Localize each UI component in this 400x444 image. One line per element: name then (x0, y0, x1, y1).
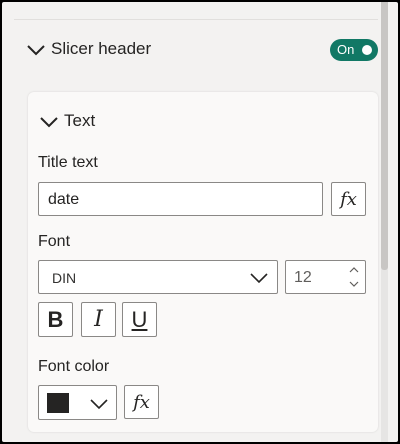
chevron-down-icon[interactable] (26, 42, 46, 58)
scrollbar-thumb[interactable] (381, 2, 388, 270)
font-size-stepper[interactable]: 12 (285, 260, 366, 294)
chevron-up-icon[interactable] (348, 266, 360, 274)
underline-button[interactable]: U (122, 302, 157, 337)
color-swatch (47, 393, 69, 413)
format-pane: Slicer header On Text Title text date fx… (2, 2, 398, 442)
slicer-header-section[interactable]: Slicer header On (2, 26, 380, 76)
italic-button[interactable]: I (81, 302, 116, 337)
title-text-fx-button[interactable]: fx (331, 182, 366, 216)
text-card: Text Title text date fx Font DIN 12 B I … (28, 92, 378, 432)
font-size-value: 12 (294, 269, 312, 286)
chevron-down-icon[interactable] (348, 280, 360, 288)
chevron-down-icon (90, 399, 108, 410)
title-text-value: date (48, 191, 80, 208)
card-title: Text (64, 111, 96, 130)
title-text-input[interactable]: date (38, 182, 323, 216)
font-color-picker[interactable] (38, 385, 117, 420)
toggle-knob (362, 45, 372, 55)
font-family-value: DIN (52, 270, 77, 286)
slicer-header-toggle[interactable]: On (330, 39, 378, 61)
toggle-label: On (337, 42, 355, 57)
section-title: Slicer header (51, 39, 152, 58)
chevron-down-icon[interactable] (39, 114, 59, 130)
font-label: Font (38, 233, 71, 250)
title-text-label: Title text (38, 154, 98, 171)
divider (14, 19, 378, 20)
chevron-down-icon (250, 273, 268, 284)
font-family-dropdown[interactable]: DIN (38, 260, 278, 294)
font-color-label: Font color (38, 358, 110, 375)
font-color-fx-button[interactable]: fx (124, 385, 159, 419)
bold-button[interactable]: B (38, 302, 73, 337)
